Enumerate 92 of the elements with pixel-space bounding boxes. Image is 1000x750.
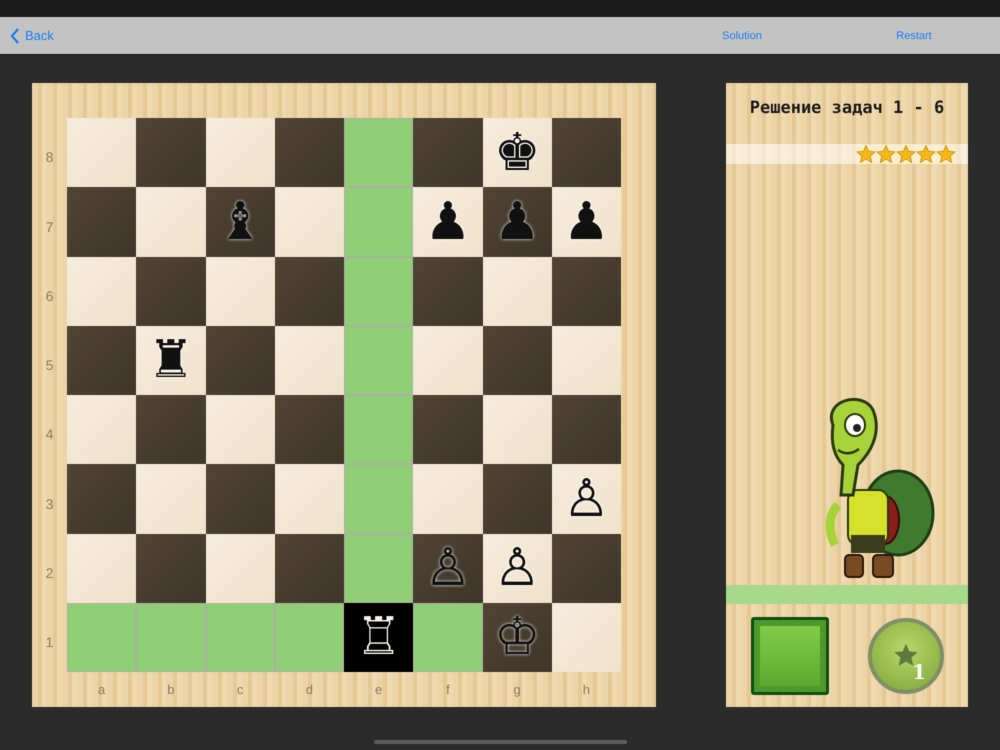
file-label: e (375, 682, 382, 697)
board-square[interactable] (482, 395, 552, 464)
board-square[interactable] (274, 187, 344, 256)
board-square[interactable] (344, 464, 414, 534)
hint-count: 1 (912, 660, 926, 684)
board-square[interactable] (136, 118, 206, 188)
rank-label: 1 (46, 634, 54, 650)
board-square[interactable] (67, 256, 136, 326)
board-square[interactable] (413, 602, 482, 672)
board-square[interactable] (206, 395, 275, 464)
chess-piece[interactable]: ♙ (494, 542, 540, 594)
square-button[interactable] (751, 616, 829, 694)
board-square[interactable] (274, 118, 344, 188)
board-square[interactable]: ♟ (413, 187, 482, 256)
board-square[interactable] (136, 395, 206, 464)
file-label: c (236, 682, 244, 697)
board-square[interactable] (274, 602, 344, 672)
board-square[interactable] (413, 395, 482, 464)
board-square[interactable] (67, 464, 136, 534)
board-square[interactable] (344, 256, 414, 326)
rank-label: 7 (46, 218, 54, 234)
file-label: f (446, 682, 450, 697)
board-square[interactable] (482, 464, 552, 534)
chess-piece[interactable]: ♟ (563, 196, 610, 248)
star-icon (916, 144, 936, 164)
board-square[interactable]: ♙ (482, 534, 552, 603)
board-square[interactable] (552, 256, 621, 326)
board-square[interactable] (413, 256, 482, 326)
board-square[interactable] (552, 395, 621, 464)
board-square[interactable] (206, 464, 275, 534)
board-square[interactable] (206, 256, 275, 326)
board-square[interactable] (344, 118, 414, 188)
star-icon (856, 144, 876, 164)
board-square[interactable] (344, 187, 414, 256)
board-square[interactable] (274, 326, 344, 395)
rank-label: 6 (46, 288, 54, 304)
chess-piece[interactable]: ♙ (563, 472, 610, 525)
board-square[interactable]: ♚ (482, 118, 552, 188)
board-square[interactable] (67, 118, 136, 188)
board-square[interactable] (552, 602, 621, 672)
file-label: d (306, 682, 313, 697)
board-square[interactable] (413, 464, 482, 534)
file-label: a (98, 682, 106, 697)
board-square[interactable] (136, 187, 206, 256)
board-square[interactable] (482, 326, 552, 395)
board-square[interactable]: ♟ (552, 187, 621, 256)
board-square[interactable] (274, 395, 344, 464)
puzzle-title: Решение задач 1 - 6 (748, 98, 946, 120)
board-square[interactable] (552, 118, 621, 188)
board-square[interactable] (67, 395, 136, 464)
board-square[interactable] (136, 464, 206, 534)
file-label: b (167, 682, 174, 697)
chess-piece[interactable]: ♖ (355, 611, 402, 664)
board-square[interactable]: ♙ (552, 464, 621, 534)
board-square[interactable] (344, 395, 414, 464)
board-square[interactable] (344, 534, 414, 603)
board-square[interactable] (67, 602, 136, 672)
board-square[interactable] (206, 602, 275, 672)
board-square[interactable]: ♜ (136, 326, 206, 395)
file-label: g (514, 682, 521, 697)
board-square[interactable]: ♖ (344, 602, 414, 672)
board-square[interactable] (136, 602, 206, 672)
board-square[interactable] (206, 118, 275, 188)
star-icon (876, 144, 896, 164)
board-square[interactable] (274, 534, 344, 603)
board-square[interactable] (67, 534, 136, 603)
star-icon (936, 144, 956, 164)
board-square[interactable] (413, 118, 482, 188)
board-square[interactable] (482, 256, 552, 326)
board-square[interactable] (67, 326, 136, 395)
rank-label: 4 (46, 426, 54, 442)
board-square[interactable] (413, 326, 482, 395)
chess-piece[interactable]: ♚ (494, 126, 540, 179)
rank-label: 5 (46, 357, 54, 373)
star-icon (896, 144, 916, 164)
board-square[interactable] (206, 534, 275, 603)
rank-label: 8 (46, 149, 54, 166)
board-square[interactable] (552, 326, 621, 395)
file-label: h (582, 682, 590, 697)
chevron-left-icon (10, 28, 20, 44)
chess-piece[interactable]: ♜ (148, 334, 194, 386)
rank-label: 2 (46, 564, 54, 581)
board-square[interactable] (344, 326, 414, 395)
board-square[interactable] (136, 256, 206, 326)
rank-label: 3 (46, 496, 54, 512)
board-square[interactable] (136, 534, 206, 603)
board-square[interactable] (206, 326, 275, 395)
board-square[interactable] (67, 187, 136, 256)
board-square[interactable] (274, 256, 344, 326)
chess-piece[interactable]: ♟ (424, 196, 472, 248)
board-square[interactable] (552, 534, 621, 603)
board-square[interactable] (274, 464, 344, 534)
